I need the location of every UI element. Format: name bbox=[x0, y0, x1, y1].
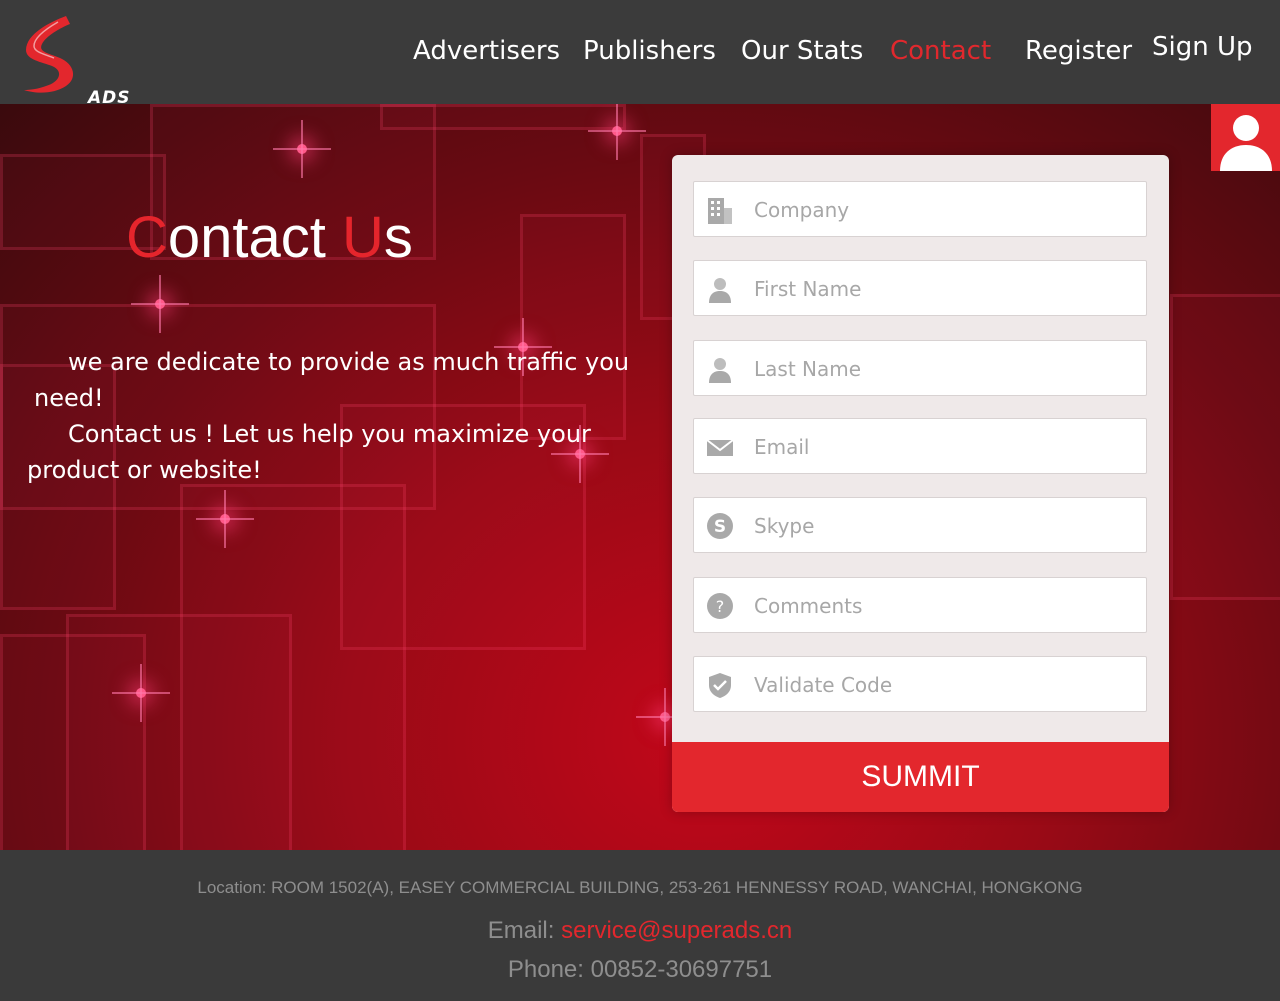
footer-phone: Phone: 00852-30697751 bbox=[507, 956, 773, 983]
last-name-field bbox=[693, 340, 1147, 397]
nav-publishers[interactable]: Publishers bbox=[583, 36, 716, 66]
page-footer: Location: ROOM 1502(A), EASEY COMMERCIAL… bbox=[0, 850, 1280, 1001]
email-input[interactable] bbox=[752, 419, 1136, 475]
bg-rect bbox=[380, 104, 626, 130]
shield-check-icon bbox=[709, 673, 731, 698]
skype-input[interactable] bbox=[752, 498, 1136, 554]
intro-line: Contact us ! Let us help you maximize yo… bbox=[68, 420, 591, 448]
validate-code-input[interactable] bbox=[752, 657, 1136, 713]
bg-sparkle bbox=[112, 664, 170, 722]
title-letter-c: C bbox=[126, 205, 168, 270]
contact-form: S ? SUMMIT bbox=[672, 155, 1169, 812]
first-name-field bbox=[693, 260, 1147, 317]
title-part: s bbox=[383, 205, 413, 270]
envelope-icon bbox=[706, 439, 734, 456]
bg-sparkle bbox=[273, 120, 331, 178]
nav-sign-up[interactable]: Sign Up bbox=[1152, 32, 1253, 62]
company-input[interactable] bbox=[752, 182, 1136, 238]
building-icon bbox=[708, 198, 732, 224]
intro-line: need! bbox=[34, 384, 104, 412]
page-title: Contact Us bbox=[126, 204, 413, 271]
bg-rect bbox=[0, 634, 146, 850]
intro-line: we are dedicate to provide as much traff… bbox=[68, 348, 630, 376]
title-part: ontact bbox=[167, 205, 343, 270]
footer-email-label: Email: bbox=[487, 917, 562, 944]
bg-sparkle bbox=[131, 275, 189, 333]
bg-sparkle bbox=[196, 490, 254, 548]
nav-our-stats[interactable]: Our Stats bbox=[741, 36, 863, 66]
footer-location: Location: ROOM 1502(A), EASEY COMMERCIAL… bbox=[197, 878, 1083, 897]
last-name-input[interactable] bbox=[752, 341, 1136, 397]
bg-rect bbox=[1170, 294, 1280, 600]
comments-field: ? bbox=[693, 577, 1147, 634]
comments-input[interactable] bbox=[752, 578, 1136, 634]
title-letter-u: U bbox=[342, 205, 384, 270]
email-field bbox=[693, 418, 1147, 475]
svg-text:S: S bbox=[714, 517, 726, 537]
footer-email-link[interactable]: service@superads.cn bbox=[561, 917, 792, 944]
submit-button[interactable]: SUMMIT bbox=[672, 742, 1169, 812]
nav-register[interactable]: Register bbox=[1025, 36, 1132, 66]
main-nav: Advertisers Publishers Our Stats Contact… bbox=[0, 32, 1280, 76]
bg-sparkle bbox=[588, 104, 646, 160]
intro-text: we are dedicate to provide as much traff… bbox=[27, 344, 647, 488]
user-account-button[interactable] bbox=[1211, 104, 1280, 171]
svg-text:?: ? bbox=[716, 597, 725, 616]
top-header: ADS Advertisers Publishers Our Stats Con… bbox=[0, 0, 1280, 108]
validate-code-field bbox=[693, 656, 1147, 713]
user-icon bbox=[709, 278, 731, 303]
intro-line: product or website! bbox=[27, 456, 262, 484]
company-field bbox=[693, 181, 1147, 238]
nav-advertisers[interactable]: Advertisers bbox=[413, 36, 560, 66]
footer-email: Email: service@superads.cn bbox=[0, 917, 1280, 945]
hero-section: Contact Us we are dedicate to provide as… bbox=[0, 104, 1280, 850]
user-icon bbox=[1220, 115, 1272, 171]
question-icon: ? bbox=[707, 593, 733, 619]
bg-sparkle bbox=[636, 688, 694, 746]
nav-contact[interactable]: Contact bbox=[890, 36, 991, 66]
first-name-input[interactable] bbox=[752, 261, 1136, 317]
user-icon bbox=[709, 358, 731, 383]
skype-icon: S bbox=[707, 513, 733, 539]
skype-field: S bbox=[693, 497, 1147, 554]
